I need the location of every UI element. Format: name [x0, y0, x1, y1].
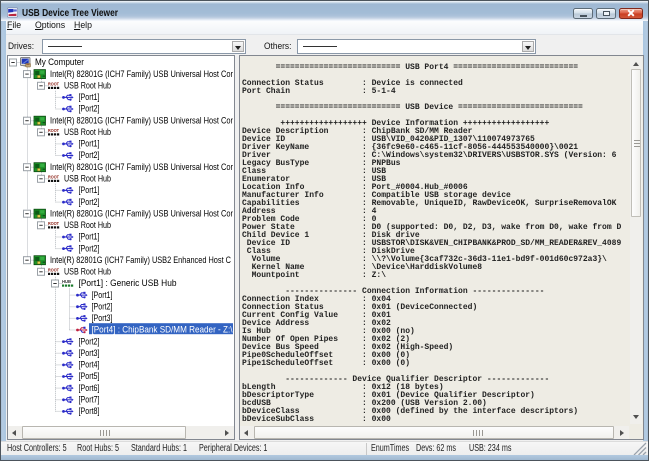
svg-text:[Port1]: [Port1]	[79, 185, 100, 195]
svg-text:ROOT: ROOT	[48, 174, 59, 179]
svg-text:Intel(R) 82801G (ICH7 Family): Intel(R) 82801G (ICH7 Family) USB2 Enhan…	[50, 255, 231, 265]
svg-text:ROOT: ROOT	[48, 128, 59, 133]
svg-text:[Port7]: [Port7]	[79, 395, 100, 405]
svg-text:[Port1]: [Port1]	[79, 232, 100, 242]
svg-text:[Port2]: [Port2]	[79, 104, 100, 114]
svg-text:[Port4] : ChipBank SD/MM Reade: [Port4] : ChipBank SD/MM Reader - Z:\	[92, 325, 233, 335]
svg-text:[Port6]: [Port6]	[79, 383, 100, 393]
svg-text:USB Root Hub: USB Root Hub	[64, 174, 111, 184]
svg-text:My Computer: My Computer	[35, 57, 84, 67]
svg-text:[Port2]: [Port2]	[79, 197, 100, 207]
svg-text:[Port1]: [Port1]	[92, 290, 113, 300]
svg-text:ROOT: ROOT	[48, 81, 59, 86]
svg-text:Intel(R) 82801G (ICH7 Family): Intel(R) 82801G (ICH7 Family) USB Univer…	[50, 69, 233, 79]
svg-text:[Port2]: [Port2]	[79, 336, 100, 346]
svg-text:[Port4]: [Port4]	[79, 360, 100, 370]
svg-text:USB Root Hub: USB Root Hub	[64, 127, 111, 137]
svg-text:ROOT: ROOT	[48, 221, 59, 226]
svg-text:[Port2]: [Port2]	[79, 243, 100, 253]
svg-text:[Port3]: [Port3]	[92, 313, 113, 323]
svg-text:Intel(R) 82801G (ICH7 Family): Intel(R) 82801G (ICH7 Family) USB Univer…	[50, 162, 233, 172]
svg-text:[Port2]: [Port2]	[79, 150, 100, 160]
svg-text:[Port3]: [Port3]	[79, 348, 100, 358]
svg-text:ROOT: ROOT	[48, 267, 59, 272]
svg-text:[Port1] : Generic USB Hub: [Port1] : Generic USB Hub	[79, 278, 177, 288]
svg-text:USB Root Hub: USB Root Hub	[64, 220, 111, 230]
svg-text:[Port1]: [Port1]	[79, 92, 100, 102]
svg-text:USB Root Hub: USB Root Hub	[64, 267, 111, 277]
svg-text:[Port5]: [Port5]	[79, 371, 100, 381]
svg-text:[Port8]: [Port8]	[79, 406, 100, 416]
svg-text:HUB: HUB	[62, 279, 71, 284]
svg-text:[Port2]: [Port2]	[92, 301, 113, 311]
svg-text:[Port1]: [Port1]	[79, 139, 100, 149]
svg-text:Intel(R) 82801G (ICH7 Family): Intel(R) 82801G (ICH7 Family) USB Univer…	[50, 208, 233, 218]
svg-text:USB Root Hub: USB Root Hub	[64, 81, 111, 91]
svg-text:Intel(R) 82801G (ICH7 Family): Intel(R) 82801G (ICH7 Family) USB Univer…	[50, 115, 233, 125]
